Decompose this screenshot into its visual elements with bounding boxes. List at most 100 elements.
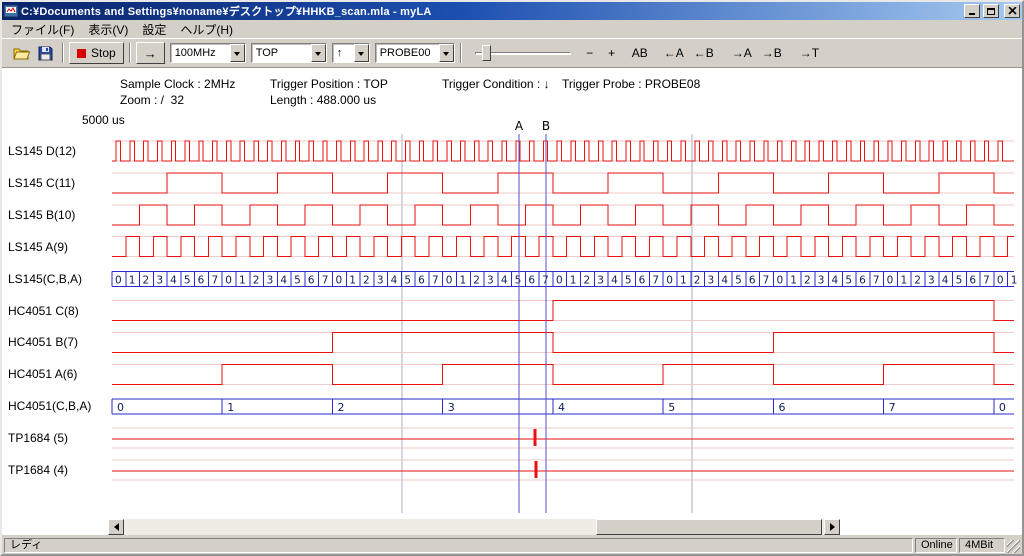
bus-value: 1 xyxy=(239,275,246,287)
bus-value: 6 xyxy=(778,401,785,414)
bus-value: 7 xyxy=(652,275,659,287)
scroll-right-button[interactable] xyxy=(824,519,840,535)
stop-button[interactable]: Stop xyxy=(69,42,124,64)
bus-value: 5 xyxy=(515,275,522,287)
window-title: C:¥Documents and Settings¥noname¥デスクトップ¥… xyxy=(21,3,961,19)
minimize-button[interactable] xyxy=(964,4,980,18)
bus-value: 5 xyxy=(184,275,191,287)
bus-value: 6 xyxy=(528,275,535,287)
trace-LS145-B-10 xyxy=(112,205,1014,225)
bus-value: 4 xyxy=(721,275,728,287)
zoom-slider[interactable] xyxy=(473,42,573,64)
resize-grip[interactable] xyxy=(1007,540,1020,553)
bus-value: 6 xyxy=(198,275,205,287)
bus-value: 5 xyxy=(956,275,963,287)
trigger-probe-select[interactable]: PROBE00 xyxy=(375,43,455,63)
bus-value: 1 xyxy=(900,275,907,287)
bus-value: 6 xyxy=(969,275,976,287)
bus-value: 0 xyxy=(556,275,563,287)
open-button[interactable] xyxy=(9,42,33,64)
trace-HC4051-A-6 xyxy=(112,364,1014,384)
maximize-button[interactable] xyxy=(983,4,999,18)
bus-value: 5 xyxy=(625,275,632,287)
waveform-display[interactable]: 0123456701234567012345670123456701234567… xyxy=(2,68,1022,535)
scroll-right-icon xyxy=(830,523,839,531)
bus-value: 4 xyxy=(501,275,508,287)
bus-value: 4 xyxy=(391,275,398,287)
goto-trigger-button[interactable]: →T xyxy=(795,42,824,64)
menu-settings[interactable]: 設定 xyxy=(135,20,173,39)
bus-value: 3 xyxy=(267,275,274,287)
chevron-down-icon[interactable] xyxy=(311,44,326,62)
bus-value: 6 xyxy=(749,275,756,287)
bus-value: 3 xyxy=(377,275,384,287)
chevron-down-icon[interactable] xyxy=(354,44,369,62)
bus-value: 2 xyxy=(694,275,701,287)
scroll-left-icon xyxy=(110,523,119,531)
bus-value: 0 xyxy=(117,401,124,414)
bus-value: 6 xyxy=(418,275,425,287)
menu-help[interactable]: ヘルプ(H) xyxy=(173,20,240,39)
chevron-down-icon[interactable] xyxy=(230,44,245,62)
bus-value: 4 xyxy=(558,401,565,414)
bus-value: 2 xyxy=(804,275,811,287)
bus-value: 4 xyxy=(170,275,177,287)
menu-file[interactable]: ファイル(F) xyxy=(4,20,81,39)
set-marker-a-button[interactable]: →A xyxy=(727,42,757,64)
zoom-in-button[interactable]: + xyxy=(601,42,623,64)
bus-value: 0 xyxy=(446,275,453,287)
minimize-icon xyxy=(969,13,975,15)
menu-view[interactable]: 表示(V) xyxy=(81,20,135,39)
bus-value: 5 xyxy=(845,275,852,287)
bus-value: 0 xyxy=(225,275,232,287)
bus-value: 0 xyxy=(999,401,1006,414)
bus-value: 7 xyxy=(211,275,218,287)
scroll-left-button[interactable] xyxy=(108,519,124,535)
title-bar[interactable]: C:¥Documents and Settings¥noname¥デスクトップ¥… xyxy=(2,2,1022,20)
bus-value: 7 xyxy=(432,275,439,287)
status-memory: 4MBit xyxy=(959,538,1005,553)
toolbar-separator xyxy=(129,43,131,63)
floppy-icon xyxy=(38,46,53,61)
bus-value: 7 xyxy=(889,401,896,414)
bus-value: 1 xyxy=(1011,275,1018,287)
trace-LS145-A-9 xyxy=(112,237,1014,257)
scroll-thumb[interactable] xyxy=(596,519,822,535)
marker-b-label: B xyxy=(542,119,550,133)
bus-value: 1 xyxy=(349,275,356,287)
marker-a-label: A xyxy=(515,119,524,133)
close-button[interactable] xyxy=(1004,4,1020,18)
menu-bar: ファイル(F) 表示(V) 設定 ヘルプ(H) xyxy=(2,20,1022,38)
bus-value: 6 xyxy=(639,275,646,287)
bus-value: 3 xyxy=(928,275,935,287)
goto-marker-a-button[interactable]: ←A xyxy=(659,42,689,64)
bus-value: 2 xyxy=(473,275,480,287)
zoom-slider-thumb[interactable] xyxy=(482,45,491,61)
save-button[interactable] xyxy=(33,42,57,64)
goto-marker-b-button[interactable]: ←B xyxy=(689,42,719,64)
horizontal-scrollbar[interactable] xyxy=(108,519,840,535)
trigger-edge-select[interactable]: ↑ xyxy=(332,43,370,63)
ab-span-button[interactable]: AB xyxy=(627,42,653,64)
run-button[interactable]: → xyxy=(136,42,165,64)
set-marker-b-button[interactable]: →B xyxy=(757,42,787,64)
bus-value: 5 xyxy=(735,275,742,287)
bus-value: 7 xyxy=(873,275,880,287)
bus-value: 1 xyxy=(460,275,467,287)
status-message: レディ xyxy=(4,538,913,553)
toolbar-separator xyxy=(460,43,462,63)
bus-value: 2 xyxy=(584,275,591,287)
zoom-out-button[interactable]: − xyxy=(579,42,601,64)
status-bar: レディ Online 4MBit xyxy=(2,535,1022,554)
bus-value: 3 xyxy=(597,275,604,287)
toolbar: Stop → 100MHz TOP ↑ PROBE00 − + AB ←A ←B xyxy=(2,38,1022,68)
bus-value: 1 xyxy=(680,275,687,287)
trigger-position-select[interactable]: TOP xyxy=(251,43,327,63)
chevron-down-icon[interactable] xyxy=(439,44,454,62)
bus-value: 2 xyxy=(914,275,921,287)
bus-value: 6 xyxy=(859,275,866,287)
bus-value: 5 xyxy=(294,275,301,287)
bus-value: 3 xyxy=(156,275,163,287)
sample-clock-select[interactable]: 100MHz xyxy=(170,43,246,63)
bus-value: 2 xyxy=(143,275,150,287)
